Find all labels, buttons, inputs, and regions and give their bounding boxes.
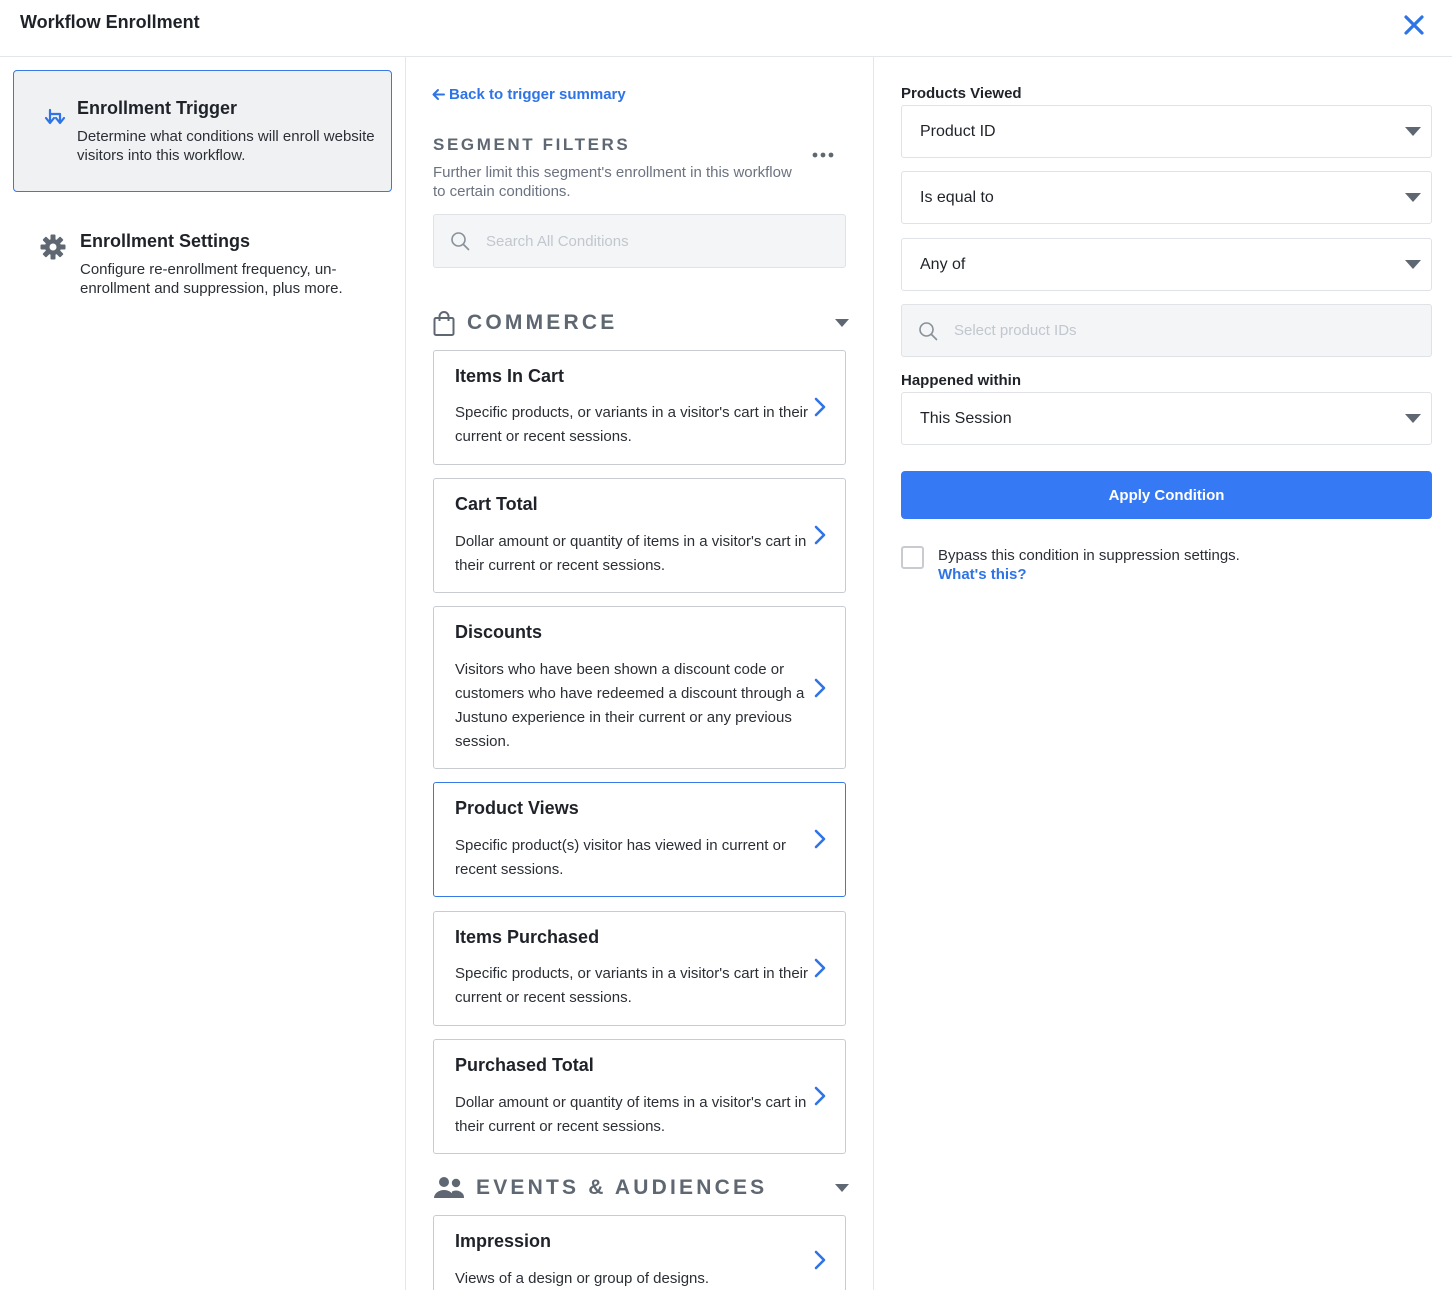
chevron-right-icon — [814, 958, 826, 978]
section-events-audiences[interactable]: EVENTS & AUDIENCES — [433, 1174, 849, 1204]
more-options-button[interactable] — [810, 145, 840, 165]
chevron-right-icon — [814, 1086, 826, 1106]
condition-title: Purchased Total — [455, 1055, 594, 1075]
nav-item-description: Determine what conditions will enroll we… — [77, 128, 375, 164]
happened-within-select-value: This Session — [920, 410, 1012, 427]
enrollment-nav: Enrollment Trigger Determine what condit… — [0, 57, 406, 1290]
search-conditions-input[interactable] — [486, 215, 836, 267]
caret-down-icon — [1405, 127, 1421, 136]
condition-title: Product Views — [455, 798, 579, 818]
segment-filters-description: Further limit this segment's enrollment … — [433, 164, 792, 200]
operator-select[interactable]: Is equal to — [901, 171, 1432, 224]
section-commerce[interactable]: COMMERCE — [433, 309, 849, 339]
condition-description: Specific product(s) visitor has viewed i… — [455, 837, 786, 878]
back-link-label: Back to trigger summary — [449, 86, 626, 103]
chevron-right-icon — [814, 1250, 826, 1270]
happened-within-select[interactable]: This Session — [901, 392, 1432, 445]
section-title: COMMERCE — [467, 311, 618, 334]
users-icon — [434, 1177, 465, 1198]
condition-card-cart-total[interactable]: Cart Total Dollar amount or quantity of … — [433, 478, 846, 593]
segment-filters-panel: Back to trigger summary SEGMENT FILTERS … — [406, 57, 874, 1290]
condition-card-items-purchased[interactable]: Items Purchased Specific products, or va… — [433, 911, 846, 1026]
chevron-right-icon — [814, 678, 826, 698]
condition-title: Discounts — [455, 622, 543, 642]
condition-title: Cart Total — [455, 494, 538, 514]
match-select[interactable]: Any of — [901, 238, 1432, 291]
caret-down-icon — [1405, 193, 1421, 202]
happened-within-label: Happened within — [901, 372, 1021, 389]
operator-select-value: Is equal to — [920, 189, 994, 206]
caret-down-icon — [835, 319, 849, 327]
ellipsis-icon — [812, 152, 834, 158]
modal-header: Workflow Enrollment — [0, 0, 1452, 57]
back-to-trigger-summary-link[interactable]: Back to trigger summary — [432, 86, 626, 103]
bypass-label: Bypass this condition in suppression set… — [938, 547, 1240, 564]
condition-card-discounts[interactable]: Discounts Visitors who have been shown a… — [433, 606, 846, 769]
product-ids-input[interactable] — [954, 305, 1414, 356]
segment-filters-heading: SEGMENT FILTERS — [433, 135, 631, 154]
condition-card-impression[interactable]: Impression Views of a design or group of… — [433, 1215, 846, 1290]
attribute-select[interactable]: Product ID — [901, 105, 1432, 158]
caret-down-icon — [835, 1184, 849, 1192]
condition-description: Views of a design or group of designs. — [455, 1270, 710, 1287]
products-viewed-label: Products Viewed — [901, 85, 1022, 102]
condition-card-product-views[interactable]: Product Views Specific product(s) visito… — [433, 782, 846, 897]
nav-item-enrollment-settings[interactable]: Enrollment Settings Configure re-enrollm… — [13, 217, 392, 317]
attribute-select-value: Product ID — [920, 123, 996, 140]
shopping-bag-icon — [433, 311, 455, 336]
caret-down-icon — [1405, 260, 1421, 269]
apply-condition-button[interactable]: Apply Condition — [901, 471, 1432, 519]
nav-item-title: Enrollment Trigger — [77, 98, 238, 118]
condition-description: Dollar amount or quantity of items in a … — [455, 533, 807, 574]
product-ids-box — [901, 304, 1432, 357]
gear-icon — [40, 234, 66, 260]
search-icon — [919, 322, 938, 341]
condition-card-items-in-cart[interactable]: Items In Cart Specific products, or vari… — [433, 350, 846, 465]
section-title: EVENTS & AUDIENCES — [476, 1176, 768, 1199]
condition-card-purchased-total[interactable]: Purchased Total Dollar amount or quantit… — [433, 1039, 846, 1154]
nav-item-enrollment-trigger[interactable]: Enrollment Trigger Determine what condit… — [13, 70, 392, 192]
close-icon — [1404, 15, 1424, 35]
condition-description: Visitors who have been shown a discount … — [455, 661, 805, 750]
caret-down-icon — [1405, 414, 1421, 423]
condition-title: Items In Cart — [455, 366, 565, 386]
trigger-icon — [44, 108, 66, 125]
condition-description: Specific products, or variants in a visi… — [455, 404, 808, 445]
search-conditions-box — [433, 214, 846, 268]
condition-title: Impression — [455, 1231, 552, 1251]
condition-title: Items Purchased — [455, 927, 600, 947]
bypass-checkbox[interactable] — [901, 546, 924, 569]
chevron-right-icon — [814, 829, 826, 849]
arrow-left-icon — [432, 89, 445, 100]
close-button[interactable] — [1398, 9, 1430, 41]
match-select-value: Any of — [920, 256, 966, 273]
nav-item-description: Configure re-enrollment frequency, un-en… — [80, 261, 343, 297]
search-icon — [451, 232, 470, 251]
nav-item-title: Enrollment Settings — [80, 231, 251, 251]
chevron-right-icon — [814, 525, 826, 545]
whats-this-link[interactable]: What's this? — [938, 566, 1027, 583]
condition-config-panel: Products Viewed Product ID Is equal to A… — [874, 57, 1452, 1290]
condition-description: Dollar amount or quantity of items in a … — [455, 1094, 807, 1135]
modal-title: Workflow Enrollment — [20, 12, 200, 32]
chevron-right-icon — [814, 397, 826, 417]
condition-description: Specific products, or variants in a visi… — [455, 965, 808, 1006]
